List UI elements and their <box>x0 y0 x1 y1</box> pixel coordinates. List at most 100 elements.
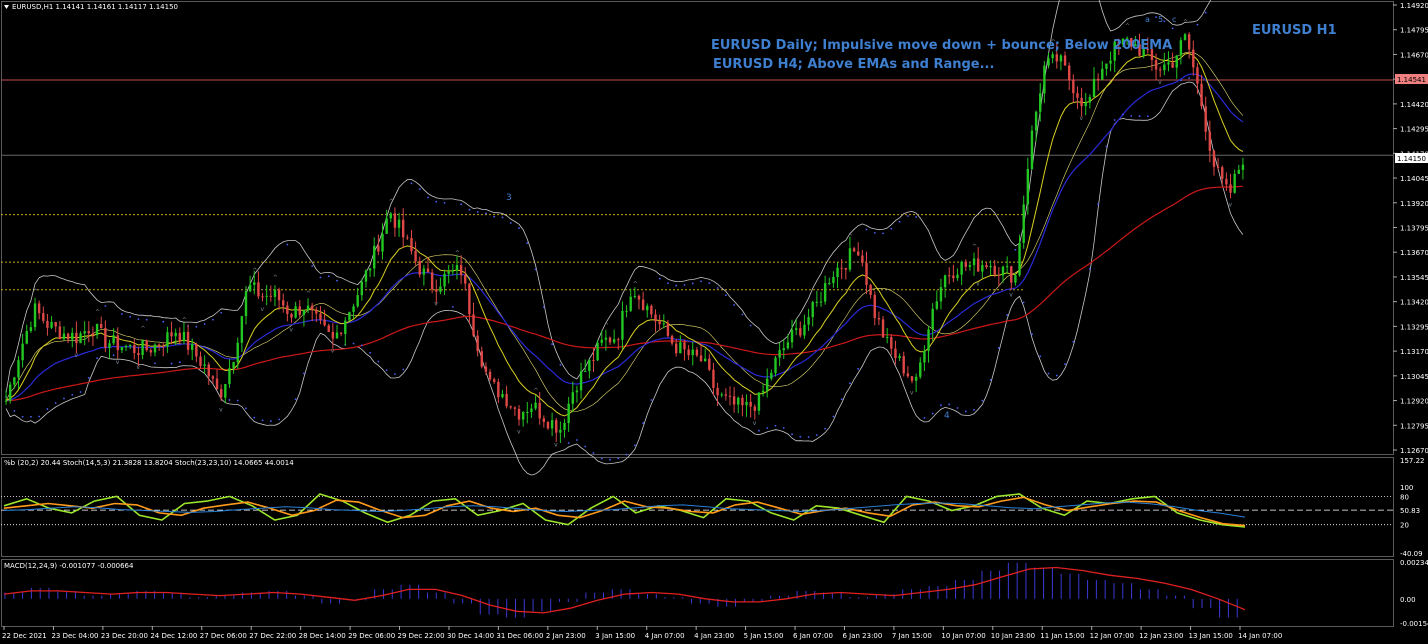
candle-body <box>480 351 483 367</box>
candle-body <box>488 371 492 380</box>
candle-body <box>650 305 653 315</box>
trading-chart-window[interactable]: ^v^vv^^ ^v^v^v^v^v^v^v^^v^v^vv^v^v^v 1.14… <box>0 0 1428 644</box>
psar-dot <box>642 422 645 424</box>
candle-body <box>993 266 996 275</box>
candle-body <box>1229 184 1232 193</box>
psar-dot <box>840 398 843 401</box>
candle-body <box>1018 242 1021 276</box>
candle-body <box>778 350 781 358</box>
psar-dot <box>1022 301 1025 304</box>
candle-body <box>1187 34 1191 50</box>
psar-dot <box>1179 79 1182 82</box>
psar-dot <box>791 433 793 436</box>
candle-body <box>505 393 508 407</box>
annotation-daily: EURUSD Daily; Impulsive move down + boun… <box>711 38 1172 53</box>
psar-dot <box>79 391 82 393</box>
candle-body <box>443 273 446 287</box>
level-price-label: 1.14541 <box>1397 76 1426 84</box>
psar-dot <box>882 232 884 235</box>
candle-body <box>790 329 794 343</box>
psar-dot <box>873 231 876 234</box>
candle-body <box>1225 178 1228 185</box>
candle-body <box>492 379 496 382</box>
candle-body <box>923 350 926 363</box>
candle-body <box>799 328 802 336</box>
fractal-down: v <box>116 359 120 366</box>
time-tick-label: 6 Jan 07:00 <box>793 632 833 640</box>
candle-body <box>906 373 910 377</box>
fractal-down: v <box>219 407 223 414</box>
candle-body <box>439 286 442 292</box>
candle-body <box>4 400 8 402</box>
candle-body <box>563 422 566 430</box>
time-tick-label: 14 Jan 07:00 <box>1238 632 1282 640</box>
candle-body <box>232 362 235 368</box>
candle-body <box>46 320 49 328</box>
psar-dot <box>1088 267 1091 270</box>
psar-dot <box>948 403 951 406</box>
psar-dot <box>683 284 686 286</box>
candle-body <box>939 287 943 302</box>
candle-body <box>687 349 690 356</box>
candle-body <box>956 274 959 279</box>
psar-dot <box>1047 372 1050 375</box>
candle-body <box>637 295 641 300</box>
candle-body <box>108 343 111 348</box>
candle-body <box>1039 93 1042 112</box>
price-tick-label: 1.13545 <box>1400 274 1428 282</box>
psar-dot <box>154 362 156 365</box>
candle-body <box>948 275 951 277</box>
psar-dot <box>906 215 909 217</box>
fractal-down: v <box>74 352 78 359</box>
psar-dot <box>815 434 818 436</box>
price-tick-label: 1.13920 <box>1400 200 1428 208</box>
wave-label-c: c <box>1172 15 1176 24</box>
fractal-down: v <box>517 429 521 436</box>
psar-dot <box>733 304 736 306</box>
candle-body <box>1014 275 1017 283</box>
psar-dot <box>898 220 901 223</box>
candle-body <box>910 376 914 381</box>
candle-body <box>149 350 153 353</box>
price-tick-label: 1.14795 <box>1400 27 1428 35</box>
candle-body <box>869 284 872 295</box>
candle-body <box>935 301 939 309</box>
psar-dot <box>493 215 496 218</box>
candle-body <box>497 381 500 398</box>
candle-body <box>331 332 335 339</box>
psar-dot <box>1014 248 1017 251</box>
psar-dot <box>269 420 272 423</box>
psar-dot <box>667 282 669 284</box>
candle-body <box>269 295 273 297</box>
psar-dot <box>559 363 562 366</box>
chart-background <box>0 0 1428 644</box>
candle-body <box>120 347 124 351</box>
psar-dot <box>410 182 413 185</box>
candle-body <box>749 401 752 407</box>
candle-body <box>451 270 455 272</box>
candle-body <box>224 384 227 398</box>
fractal-up: ^ <box>95 309 100 316</box>
candle-body <box>228 367 231 385</box>
time-tick-label: 13 Jan 15:00 <box>1189 632 1233 640</box>
psar-dot <box>1064 363 1066 365</box>
candle-body <box>596 342 599 361</box>
time-tick-label: 11 Jan 15:00 <box>1040 632 1084 640</box>
candle-body <box>435 289 438 292</box>
candle-body <box>695 349 699 356</box>
candle-body <box>1043 65 1046 94</box>
psar-dot <box>1055 374 1058 377</box>
candle-body <box>1204 106 1207 132</box>
psar-dot <box>915 216 918 218</box>
wave-label-a: a <box>1145 15 1150 24</box>
psar-dot <box>518 227 520 230</box>
psar-dot <box>178 361 181 364</box>
time-tick-label: 7 Jan 15:00 <box>892 632 932 640</box>
fractal-down: v <box>260 306 264 313</box>
candle-body <box>257 282 260 297</box>
candle-body <box>844 268 848 270</box>
candle-body <box>985 265 988 268</box>
candle-body <box>327 325 330 333</box>
psar-dot <box>774 424 777 427</box>
psar-dot <box>1196 23 1199 26</box>
